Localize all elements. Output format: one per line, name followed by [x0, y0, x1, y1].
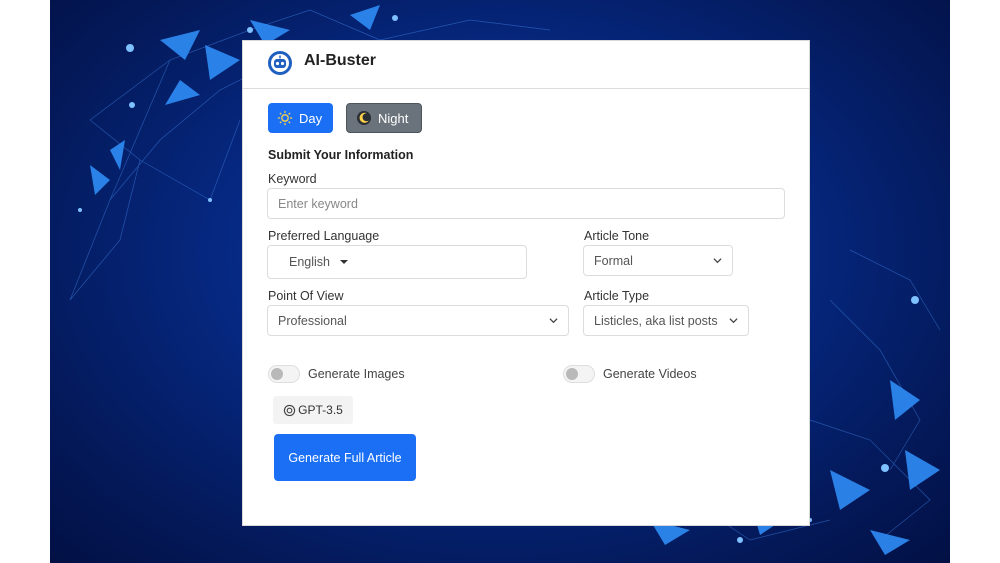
point-of-view-label: Point Of View — [268, 289, 344, 303]
article-form-card: AI-Buster Day Night Submit Your Informat… — [242, 40, 810, 526]
toggle-knob — [566, 368, 578, 380]
article-type-label: Article Type — [584, 289, 650, 303]
keyword-placeholder: Enter keyword — [278, 196, 358, 211]
model-label: GPT-3.5 — [298, 403, 343, 417]
night-mode-button[interactable]: Night — [346, 103, 422, 133]
keyword-label: Keyword — [268, 172, 317, 186]
openai-icon — [283, 404, 296, 416]
language-label: Preferred Language — [268, 229, 380, 243]
day-mode-button[interactable]: Day — [268, 103, 333, 133]
language-value: English — [289, 255, 330, 269]
day-label: Day — [299, 110, 323, 126]
generate-article-button[interactable]: Generate Full Article — [274, 434, 416, 481]
chevron-down-icon — [549, 318, 558, 324]
point-of-view-select[interactable]: Professional — [267, 305, 569, 336]
moon-icon — [357, 111, 371, 125]
caret-down-icon — [340, 260, 348, 264]
generate-videos-label: Generate Videos — [603, 367, 697, 381]
app-title: AI-Buster — [304, 52, 377, 69]
generate-images-label: Generate Images — [308, 367, 405, 381]
generate-videos-toggle[interactable] — [563, 365, 595, 383]
card-header: AI-Buster — [243, 41, 809, 89]
language-select[interactable]: English — [267, 245, 527, 279]
sun-icon — [277, 110, 293, 126]
chevron-down-icon — [729, 318, 738, 324]
article-type-value: Listicles, aka list posts — [594, 313, 718, 328]
tone-label: Article Tone — [584, 229, 650, 243]
toggle-knob — [271, 368, 283, 380]
model-selector[interactable]: GPT-3.5 — [273, 396, 353, 424]
form-title: Submit Your Information — [268, 148, 414, 162]
point-of-view-value: Professional — [278, 313, 347, 328]
robot-logo-icon — [268, 51, 292, 75]
night-label: Night — [378, 110, 409, 126]
tone-value: Formal — [594, 253, 633, 268]
article-type-select[interactable]: Listicles, aka list posts — [583, 305, 749, 336]
chevron-down-icon — [713, 258, 722, 264]
tone-select[interactable]: Formal — [583, 245, 733, 276]
generate-images-toggle[interactable] — [268, 365, 300, 383]
keyword-input[interactable]: Enter keyword — [267, 188, 785, 219]
